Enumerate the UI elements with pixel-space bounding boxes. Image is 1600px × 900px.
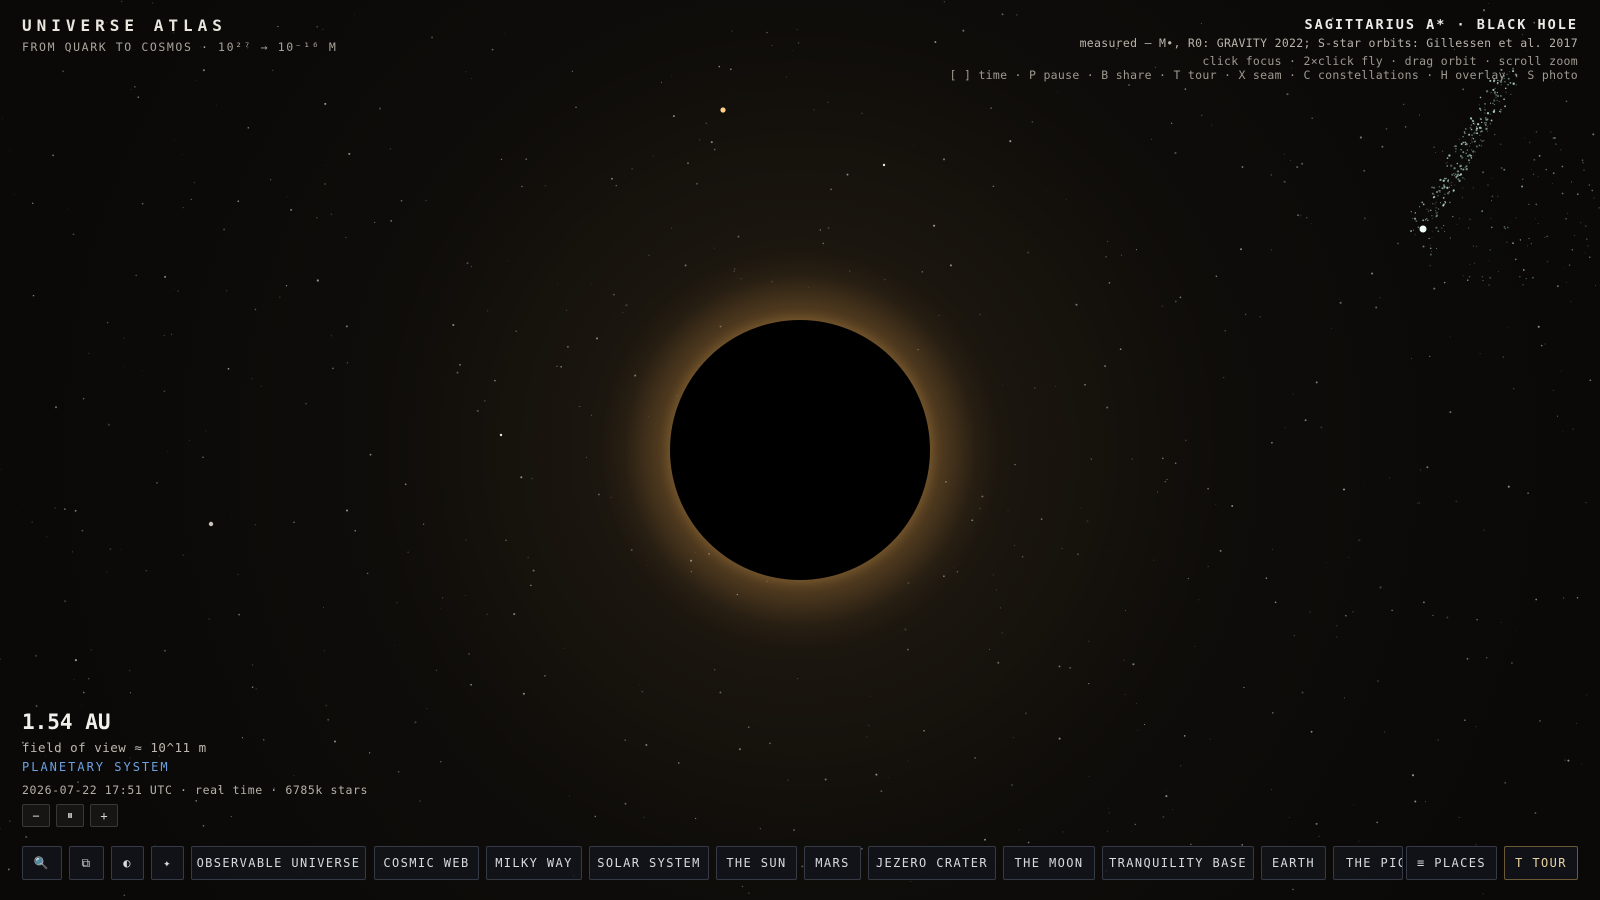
place-tranquility-base[interactable]: TRANQUILITY BASE [1102,846,1254,880]
place-the-sun[interactable]: THE SUN [716,846,797,880]
distance-readout: 1.54 AU [22,710,111,734]
black-hole-event-horizon[interactable] [670,320,930,580]
places-menu-button[interactable]: ≡ PLACES [1406,846,1497,880]
place-mars[interactable]: MARS [804,846,861,880]
app-header: UNIVERSE ATLAS FROM QUARK TO COSMOS · 10… [22,16,337,54]
star-button[interactable]: ✦ [151,846,184,880]
contrast-button[interactable]: ◐ [111,846,144,880]
mouse-hints: click focus · 2×click fly · drag orbit ·… [1202,54,1578,68]
contrast-icon: ◐ [123,856,132,870]
scale-readout: 1.54 AU field of view ≈ 10^11 m PLANETAR… [22,710,368,827]
keyboard-hints: [ ] time · P pause · B share · T tour · … [949,68,1578,82]
faster-button[interactable]: + [90,804,118,827]
tour-button[interactable]: T TOUR [1504,846,1578,880]
place-earth[interactable]: EARTH [1261,846,1326,880]
place-the-moon[interactable]: THE MOON [1003,846,1095,880]
copy-icon: ⧉ [81,855,92,870]
place-observable-universe[interactable]: OBSERVABLE UNIVERSE [191,846,366,880]
object-title: SAGITTARIUS A* · BLACK HOLE [1304,17,1578,33]
place-milky-way[interactable]: MILKY WAY [486,846,582,880]
search-icon: 🔍 [33,856,51,870]
place-cosmic-web[interactable]: COSMIC WEB [374,846,479,880]
time-controls: − ⏸ + [22,804,368,827]
place-jezero-crater[interactable]: JEZERO CRATER [868,846,996,880]
scale-name: PLANETARY SYSTEM [22,760,170,774]
object-info: SAGITTARIUS A* · BLACK HOLE measured — M… [950,17,1578,82]
bottom-toolbar: 🔍 ⧉ ◐ ✦ OBSERVABLE UNIVERSE COSMIC WEB M… [22,846,1578,880]
star-icon: ✦ [163,856,172,870]
time-status: 2026-07-22 17:51 UTC · real time · 6785k… [22,783,369,797]
app-title: UNIVERSE ATLAS [22,16,227,35]
place-solar-system[interactable]: SOLAR SYSTEM [589,846,709,880]
search-button[interactable]: 🔍 [22,846,62,880]
field-of-view: field of view ≈ 10^11 m [22,740,207,755]
app-subtitle: FROM QUARK TO COSMOS · 10²⁷ → 10⁻¹⁶ M [22,40,338,54]
object-source: measured — M•, R0: GRAVITY 2022; S-star … [1079,36,1578,50]
place-the-pict[interactable]: THE PICT [1333,846,1403,880]
slower-button[interactable]: − [22,804,50,827]
pause-button[interactable]: ⏸ [56,804,84,827]
copy-button[interactable]: ⧉ [69,846,104,880]
